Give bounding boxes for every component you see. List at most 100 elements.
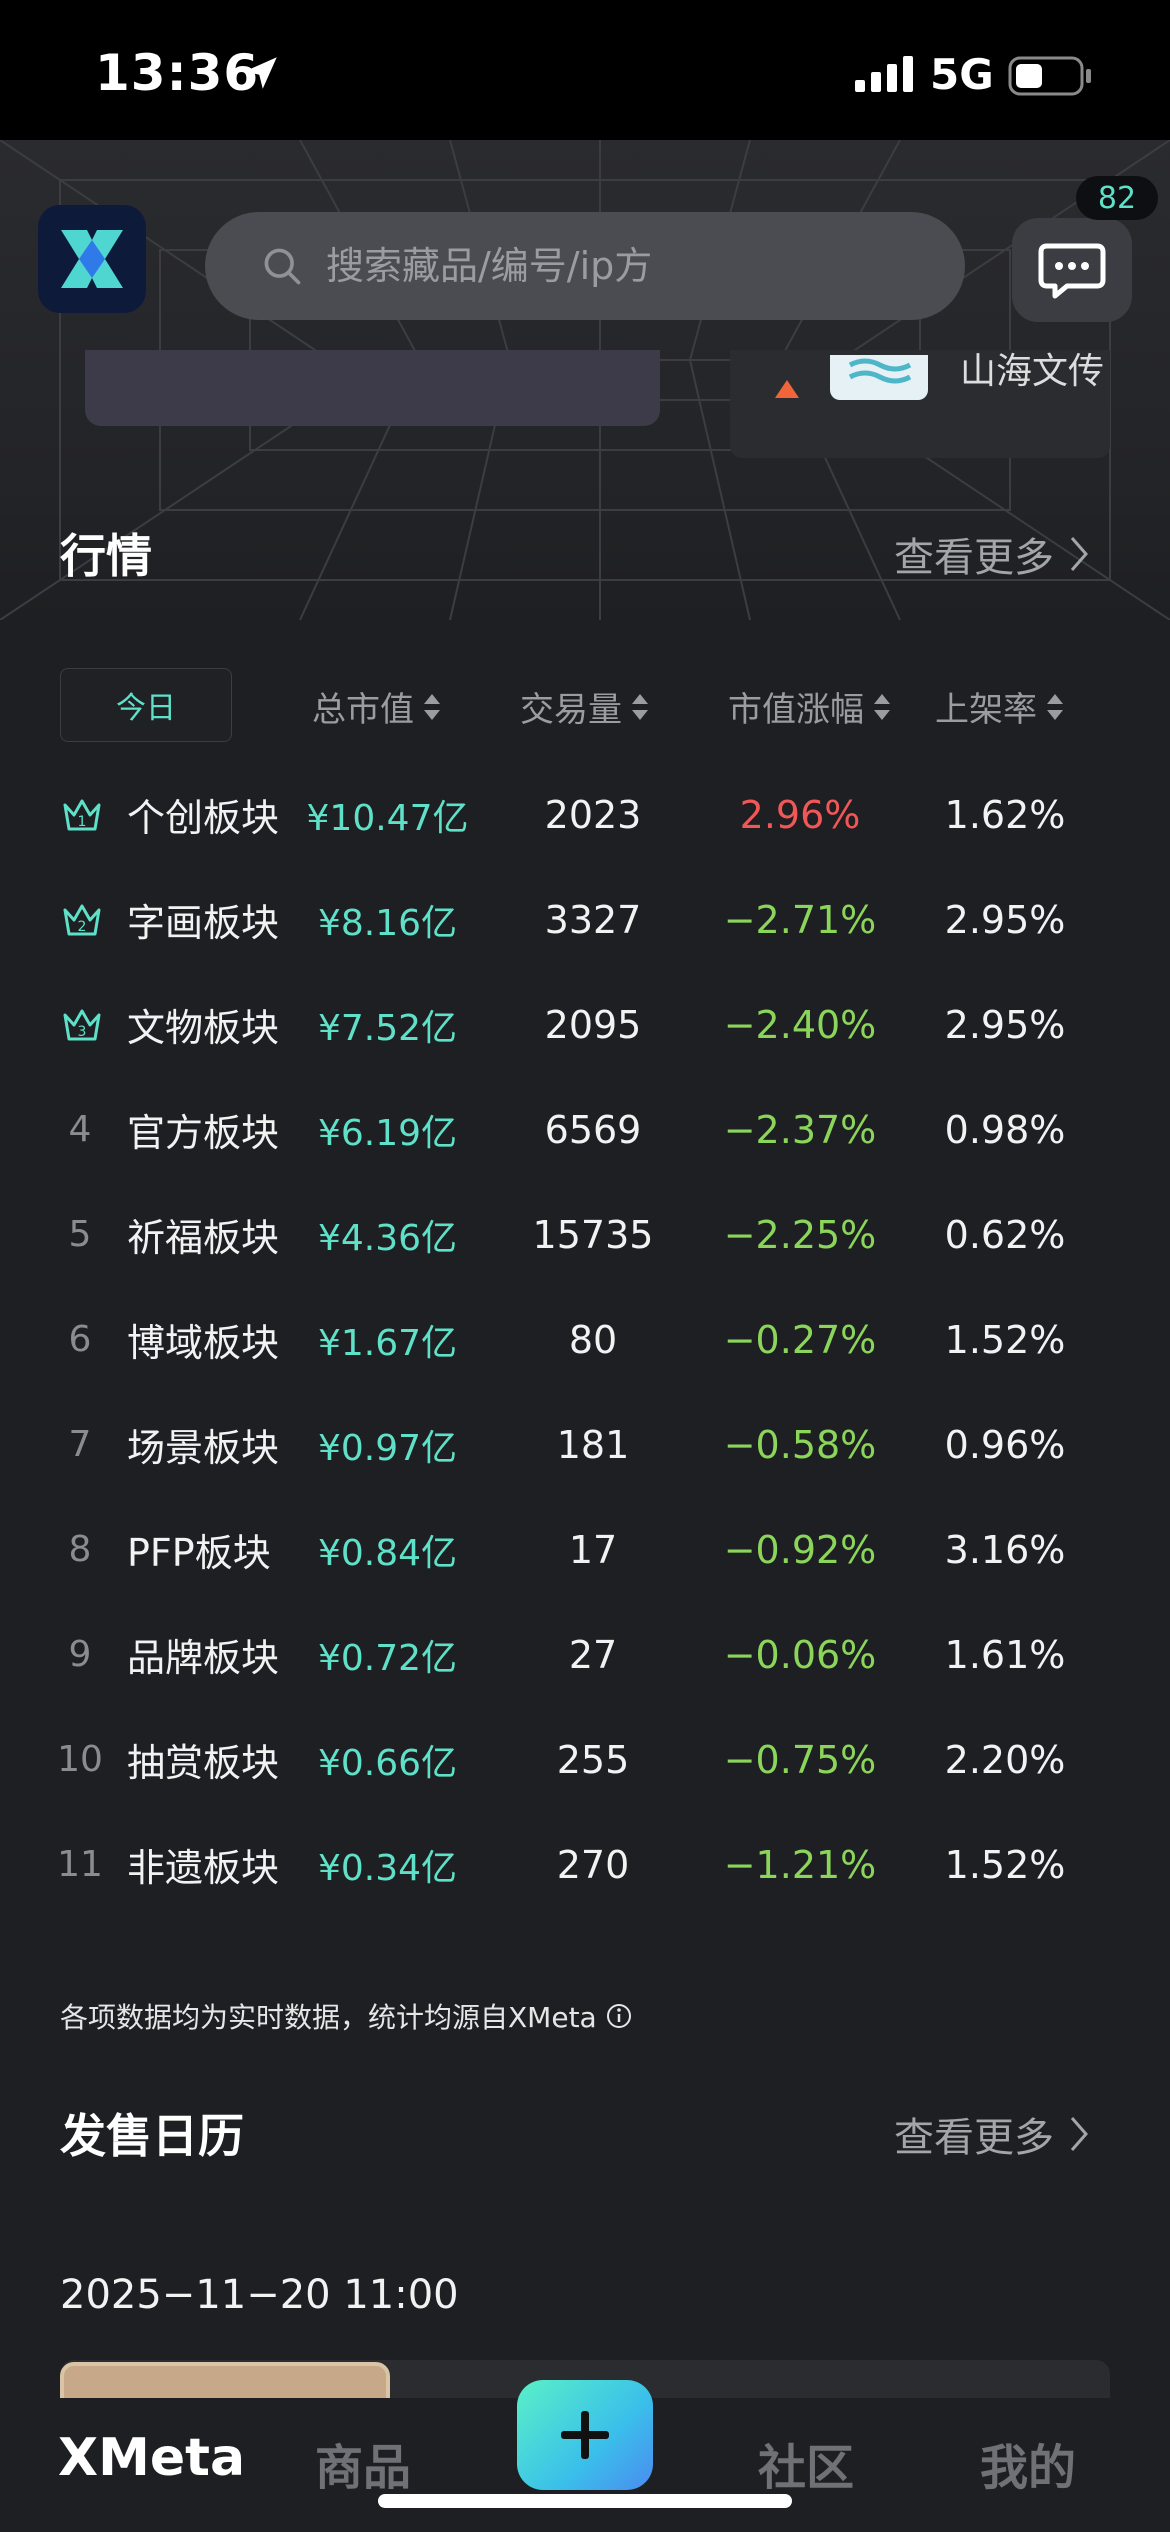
rank-number: 7 [68, 1424, 92, 1465]
rank-number: 9 [68, 1634, 92, 1675]
column-header-change[interactable]: 市值涨幅 [728, 682, 892, 731]
change-value: −1.21% [723, 1842, 877, 1887]
chevron-right-icon [1070, 2117, 1088, 2151]
market-table-header: 今日 总市值 交易量 市值涨幅 上架率 [60, 668, 1130, 742]
market-cap-value: ¥4.36亿 [317, 1217, 458, 1259]
xmeta-logo-icon [61, 230, 123, 288]
market-cap-value: ¥0.34亿 [317, 1847, 458, 1889]
rank-number: 10 [57, 1739, 103, 1780]
volume-value: 2023 [544, 792, 642, 837]
sector-name: 个创板块 [127, 796, 280, 840]
listing-rate-value: 0.62% [944, 1212, 1066, 1257]
market-cap-value: ¥1.67亿 [317, 1322, 458, 1364]
listing-rate-value: 1.52% [944, 1842, 1066, 1887]
column-header-market-cap[interactable]: 总市值 [312, 682, 442, 731]
rank-number: 4 [68, 1109, 92, 1150]
market-cap-value: ¥10.47亿 [306, 797, 469, 839]
change-value: −0.75% [723, 1737, 877, 1782]
sector-name: 文物板块 [127, 1006, 280, 1050]
rank-number: 11 [57, 1844, 103, 1885]
volume-value: 181 [556, 1422, 630, 1467]
publish-button[interactable] [517, 2380, 653, 2490]
message-count-badge: 82 [1076, 176, 1158, 220]
calendar-see-more-link[interactable]: 查看更多 [894, 2105, 1090, 2163]
table-row[interactable]: 9 品牌板块 ¥0.72亿 27 −0.06% 1.61% [0, 1602, 1170, 1707]
network-label: 5G [930, 50, 994, 99]
table-row[interactable]: 1 个创板块 ¥10.47亿 2023 2.96% 1.62% [0, 762, 1170, 867]
status-time: 13:36 [95, 44, 260, 102]
market-cap-value: ¥7.52亿 [317, 1007, 458, 1049]
banner-card-right[interactable]: 山海文传 [730, 350, 1110, 458]
info-icon[interactable] [605, 2002, 633, 2030]
calendar-date: 2025−11−20 11:00 [60, 2272, 459, 2318]
table-row[interactable]: 2 字画板块 ¥8.16亿 3327 −2.71% 2.95% [0, 867, 1170, 972]
search-input[interactable] [324, 243, 888, 289]
plus-icon [561, 2411, 609, 2459]
table-row[interactable]: 6 博域板块 ¥1.67亿 80 −0.27% 1.52% [0, 1287, 1170, 1392]
listing-rate-value: 1.61% [944, 1632, 1066, 1677]
table-row[interactable]: 8 PFP板块 ¥0.84亿 17 −0.92% 3.16% [0, 1497, 1170, 1602]
change-value: −0.58% [723, 1422, 877, 1467]
table-row[interactable]: 7 场景板块 ¥0.97亿 181 −0.58% 0.96% [0, 1392, 1170, 1497]
signal-icon [855, 56, 913, 92]
table-row[interactable]: 4 官方板块 ¥6.19亿 6569 −2.37% 0.98% [0, 1077, 1170, 1182]
volume-value: 3327 [544, 897, 642, 942]
data-source-note: 各项数据均为实时数据，统计均源自XMeta [60, 1996, 633, 2036]
listing-rate-value: 3.16% [944, 1527, 1066, 1572]
sector-name: PFP板块 [127, 1531, 271, 1575]
sort-icon [422, 692, 442, 722]
column-header-volume[interactable]: 交易量 [520, 682, 650, 731]
change-value: −2.40% [723, 1002, 877, 1047]
sort-icon [872, 692, 892, 722]
sector-name: 官方板块 [127, 1111, 280, 1155]
svg-text:1: 1 [78, 814, 87, 830]
crown-rank-3-icon: 3 [63, 1009, 101, 1040]
listing-rate-value: 2.95% [944, 897, 1066, 942]
market-cap-value: ¥0.72亿 [317, 1637, 458, 1679]
table-row[interactable]: 5 祈福板块 ¥4.36亿 15735 −2.25% 0.62% [0, 1182, 1170, 1287]
listing-rate-value: 1.62% [944, 792, 1066, 837]
sector-name: 祈福板块 [127, 1216, 280, 1260]
volume-value: 80 [568, 1317, 618, 1362]
market-cap-value: ¥6.19亿 [317, 1112, 458, 1154]
rank-crown: 1 [60, 762, 104, 867]
search-bar[interactable] [205, 212, 965, 320]
listing-rate-value: 0.98% [944, 1107, 1066, 1152]
chat-bubble-icon [1038, 243, 1106, 299]
change-value: −2.25% [723, 1212, 877, 1257]
rank-crown: 2 [60, 867, 104, 972]
volume-value: 255 [556, 1737, 630, 1782]
see-more-label: 查看更多 [894, 535, 1054, 581]
volume-value: 27 [568, 1632, 618, 1677]
table-row[interactable]: 11 非遗板块 ¥0.34亿 270 −1.21% 1.52% [0, 1812, 1170, 1917]
sector-name: 场景板块 [127, 1426, 280, 1470]
market-see-more-link[interactable]: 查看更多 [894, 525, 1090, 583]
banner-card[interactable] [85, 350, 660, 426]
rank-number: 8 [68, 1529, 92, 1570]
crown-rank-1-icon: 1 [63, 799, 101, 830]
volume-value: 2095 [544, 1002, 642, 1047]
sector-name: 品牌板块 [127, 1636, 280, 1680]
location-arrow-icon [245, 57, 277, 89]
status-bar: 13:36 5G [0, 0, 1170, 140]
calendar-title: 发售日历 [60, 2109, 244, 2163]
change-value: 2.96% [739, 792, 861, 837]
app-logo[interactable] [38, 205, 146, 313]
calendar-item-thumbnail [60, 2362, 390, 2402]
column-header-listing-rate[interactable]: 上架率 [935, 682, 1065, 731]
tab-me[interactable]: 我的 [980, 2428, 1076, 2498]
tab-products[interactable]: 商品 [315, 2428, 411, 2498]
banner-right-text: 山海文传 [960, 351, 1105, 392]
sector-name: 字画板块 [127, 901, 280, 945]
tab-community[interactable]: 社区 [758, 2428, 854, 2498]
market-cap-value: ¥0.97亿 [317, 1427, 458, 1469]
banner-thumbnail [830, 355, 928, 400]
battery-icon [1008, 56, 1091, 96]
tab-home[interactable]: XMeta [58, 2428, 245, 2488]
table-row[interactable]: 3 文物板块 ¥7.52亿 2095 −2.40% 2.95% [0, 972, 1170, 1077]
volume-value: 270 [556, 1842, 630, 1887]
message-button[interactable] [1012, 218, 1132, 322]
tab-today[interactable]: 今日 [60, 668, 232, 742]
market-title: 行情 [60, 529, 152, 583]
table-row[interactable]: 10 抽赏板块 ¥0.66亿 255 −0.75% 2.20% [0, 1707, 1170, 1812]
